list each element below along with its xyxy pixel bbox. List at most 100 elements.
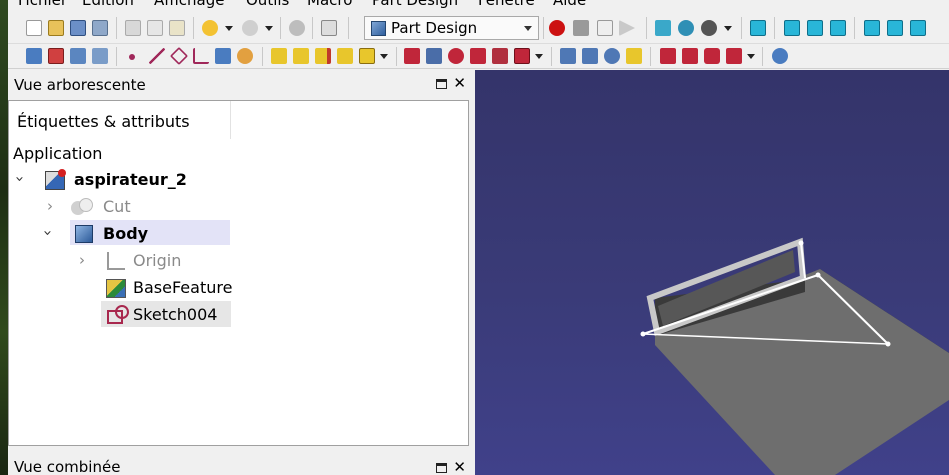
datum-line-icon[interactable] [149,48,165,64]
collapse-chevron-icon[interactable]: › [79,251,85,269]
tree-item-sketch[interactable]: Sketch004 [13,303,233,327]
menu-tools[interactable]: Outils [246,0,289,9]
new-document-icon[interactable] [26,20,42,36]
revolution-icon[interactable] [293,48,309,64]
record-macro-icon[interactable] [549,20,565,36]
3d-viewport[interactable] [475,70,949,475]
column-header-label: Étiquettes & attributs [17,112,190,131]
create-sketch-icon[interactable] [48,48,64,64]
clone-icon[interactable] [237,48,253,64]
tree-item-document[interactable]: › aspirateur_2 [11,168,233,192]
float-icon[interactable] [436,79,447,89]
pocket-icon[interactable] [404,48,420,64]
linear-pattern-icon[interactable] [582,48,598,64]
view-bottom-icon[interactable] [887,20,903,36]
menu-file[interactable]: Fichier [18,0,67,9]
shape-binder-icon[interactable] [215,48,231,64]
tree-panel-title: Vue arborescente [14,76,146,94]
refresh-icon[interactable] [289,20,305,36]
menu-window[interactable]: Fenêtre [478,0,535,9]
expand-chevron-icon[interactable]: › [39,230,57,236]
tree-column-header[interactable]: Étiquettes & attributs [9,101,231,139]
tree-item-label: Sketch004 [133,305,218,324]
part-design-toolbar [8,44,949,69]
3d-model-render [640,237,949,475]
loft-icon[interactable] [315,48,331,64]
hole-icon[interactable] [426,48,442,64]
dressup-dropdown-icon[interactable] [747,54,755,59]
tree-item-label: aspirateur_2 [74,170,187,189]
subtractive-dropdown-icon[interactable] [535,54,543,59]
copy-icon[interactable] [147,20,163,36]
multi-transform-icon[interactable] [626,48,642,64]
whats-this-icon[interactable] [321,20,337,36]
tree-item-label: BaseFeature [133,278,233,297]
datum-point-icon[interactable] [129,54,135,60]
close-icon[interactable]: ✕ [453,74,466,92]
view-rear-icon[interactable] [864,20,880,36]
additive-primitive-icon[interactable] [359,48,375,64]
subtractive-pipe-icon[interactable] [492,48,508,64]
expand-chevron-icon[interactable]: › [11,176,29,182]
attach-icon[interactable] [70,48,86,64]
paste-icon[interactable] [169,20,185,36]
view-isometric-icon[interactable] [750,20,766,36]
open-folder-icon[interactable] [48,20,64,36]
thickness-icon[interactable] [726,48,742,64]
zoom-icon[interactable] [678,20,694,36]
menu-view[interactable]: Affichage [154,0,224,9]
fillet-icon[interactable] [660,48,676,64]
menu-part-design[interactable]: Part Design [372,0,458,9]
tree-item-label: Origin [133,251,182,270]
part-design-icon [371,21,386,36]
redo-icon[interactable] [242,20,258,36]
redo-dropdown-icon[interactable] [265,26,273,31]
float-icon[interactable] [436,463,447,473]
workbench-selector[interactable]: Part Design [364,16,539,40]
draft-icon[interactable] [704,48,720,64]
draw-style-icon[interactable] [701,20,717,36]
collapse-chevron-icon[interactable]: › [47,197,53,215]
tree-item-body[interactable]: › Body [13,222,233,246]
save-icon[interactable] [70,20,86,36]
pipe-icon[interactable] [337,48,353,64]
tree-item-basefeature[interactable]: BaseFeature [13,276,233,300]
tree-item-cut[interactable]: › Cut [13,195,233,219]
view-front-icon[interactable] [784,20,800,36]
groove-icon[interactable] [448,48,464,64]
pad-icon[interactable] [271,48,287,64]
fit-all-icon[interactable] [655,20,671,36]
tree-root-application[interactable]: Application [13,144,102,163]
datum-plane-icon[interactable] [169,46,189,66]
base-feature-icon [106,279,126,298]
additive-dropdown-icon[interactable] [380,54,388,59]
sketch-vertex [798,240,804,246]
undo-dropdown-icon[interactable] [225,26,233,31]
menu-help[interactable]: Aide [553,0,586,9]
save-as-icon[interactable] [92,20,108,36]
run-macro-icon[interactable] [619,20,635,36]
cut-tool-icon[interactable] [125,20,141,36]
boolean-icon[interactable] [772,48,788,64]
tree-panel-header: Vue arborescente ✕ [8,70,475,100]
mirrored-icon[interactable] [560,48,576,64]
menu-edit[interactable]: Édition [82,0,134,9]
tree-item-origin[interactable]: › Origin [13,249,233,273]
view-top-icon[interactable] [807,20,823,36]
close-icon[interactable]: ✕ [453,458,466,475]
local-cs-icon[interactable] [193,48,209,64]
polar-pattern-icon[interactable] [604,48,620,64]
validate-sketch-icon[interactable] [92,48,108,64]
chamfer-icon[interactable] [682,48,698,64]
stop-macro-icon[interactable] [573,20,589,36]
subtractive-primitive-icon[interactable] [514,48,530,64]
view-left-icon[interactable] [910,20,926,36]
subtractive-loft-icon[interactable] [470,48,486,64]
view-right-icon[interactable] [830,20,846,36]
create-body-icon[interactable] [26,48,42,64]
edit-macro-icon[interactable] [597,20,613,36]
main-toolbar: Part Design [8,12,949,44]
draw-style-dropdown-icon[interactable] [724,26,732,31]
menu-macro[interactable]: Macro [307,0,352,9]
undo-icon[interactable] [202,20,218,36]
